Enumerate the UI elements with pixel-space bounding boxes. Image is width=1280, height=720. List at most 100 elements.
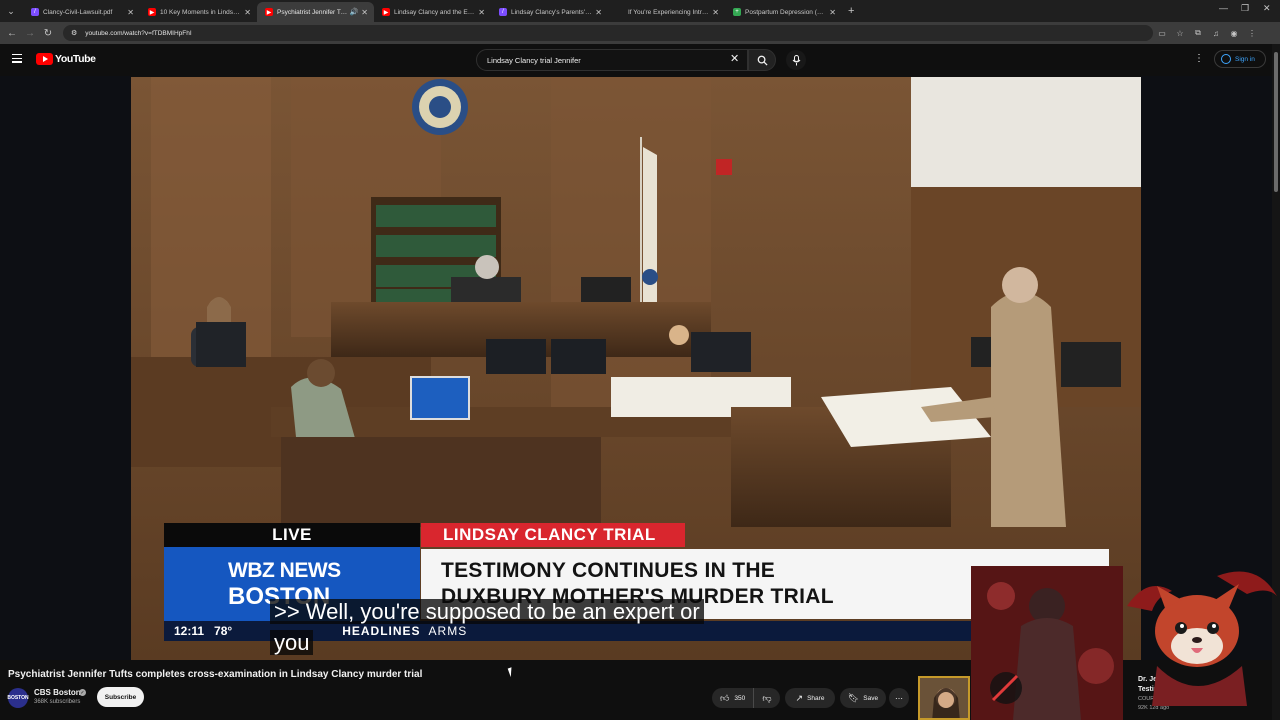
search-input-value: Lindsay Clancy trial Jennifer	[487, 55, 581, 65]
red-panda-icon	[1127, 571, 1277, 706]
hamburger-menu-icon[interactable]	[12, 54, 22, 63]
close-tab-icon[interactable]: ✕	[244, 8, 251, 17]
audio-playing-icon[interactable]: 🔊	[350, 8, 359, 16]
dislike-button[interactable]: 👎︎	[754, 693, 780, 704]
restore-icon[interactable]: ❐	[1241, 3, 1249, 14]
search-button[interactable]	[748, 49, 776, 71]
minimize-icon[interactable]: —	[1219, 3, 1228, 13]
clear-search-icon[interactable]: ✕	[730, 52, 739, 65]
browser-tab-4[interactable]: ▶ Lindsay Clancy and the Eviden ✕	[374, 2, 491, 22]
tab-title: Psychiatrist Jennifer Tufts c	[277, 8, 348, 16]
window-close-icon[interactable]: ✕	[1263, 3, 1271, 14]
browser-tab-6[interactable]: If You're Experiencing Intrusive ✕	[608, 2, 725, 22]
browser-tab-5[interactable]: / Lindsay Clancy's Parents' $1 Mi ✕	[491, 2, 608, 22]
tab-title: Postpartum Depression (PPD):	[745, 8, 827, 16]
save-label: Save	[863, 694, 879, 702]
account-icon	[1221, 54, 1231, 64]
headline-line-1: TESTIMONY CONTINUES IN THE	[441, 559, 776, 582]
browser-tab-7[interactable]: + Postpartum Depression (PPD): ✕	[725, 2, 842, 22]
close-tab-icon[interactable]: ✕	[829, 8, 836, 17]
caption-line-1: >> Well, you're supposed to be an expert…	[270, 599, 704, 624]
like-dislike-group: 👍︎ 350 👎︎	[712, 688, 780, 708]
site-favicon-icon: /	[499, 8, 507, 16]
live-badge: LIVE	[164, 523, 420, 547]
tab-strip: ⌄ / Clancy-Civil-Lawsuit.pdf ✕ ▶ 10 Key …	[0, 0, 1280, 22]
tab-title: Clancy-Civil-Lawsuit.pdf	[43, 8, 113, 16]
recommended-thumbnail-image	[920, 678, 968, 718]
chevron-down-icon: ⌄	[7, 5, 15, 16]
dark-art-image	[971, 566, 1123, 720]
bookmark-star-icon[interactable]: ☆	[1171, 29, 1189, 38]
mouse-cursor-icon	[507, 665, 519, 678]
recommended-video-thumbnail[interactable]	[918, 676, 970, 720]
verified-badge-icon: ✓	[79, 689, 86, 696]
close-tab-icon[interactable]: ✕	[127, 8, 134, 17]
more-actions-button[interactable]: ⋯	[889, 688, 909, 708]
caption-line-2: you	[270, 630, 314, 655]
share-button[interactable]: ↗ Share	[785, 688, 835, 708]
search-icon	[757, 55, 768, 66]
sign-in-button[interactable]: Sign in	[1214, 50, 1266, 68]
subscriber-count: 368K subscribers	[34, 699, 81, 705]
youtube-favicon-icon: ▶	[148, 8, 156, 16]
tab-search-button[interactable]: ⌄	[2, 2, 20, 20]
forward-icon[interactable]: →	[21, 28, 39, 39]
overlay-artwork	[971, 566, 1123, 720]
ticker-temperature: 78°	[214, 624, 233, 638]
browser-tab-1[interactable]: / Clancy-Civil-Lawsuit.pdf ✕	[23, 2, 140, 22]
tab-title: Lindsay Clancy and the Eviden	[394, 8, 476, 16]
tab-title: If You're Experiencing Intrusive	[628, 8, 710, 16]
more-horizontal-icon: ⋯	[895, 693, 903, 703]
close-tab-icon[interactable]: ✕	[595, 8, 602, 17]
share-icon: ↗	[795, 692, 804, 703]
trial-banner: LINDSAY CLANCY TRIAL	[421, 523, 685, 547]
site-favicon-icon	[616, 8, 624, 16]
thumbs-down-icon: 👎︎	[762, 692, 772, 703]
thumbs-up-icon: 👍︎	[720, 692, 730, 703]
channel-avatar[interactable]: BOSTON	[7, 688, 29, 708]
ticker-time: 12:11	[174, 624, 205, 638]
youtube-favicon-icon: ▶	[265, 8, 273, 16]
youtube-favicon-icon: ▶	[382, 8, 390, 16]
video-title: Psychiatrist Jennifer Tufts completes cr…	[8, 669, 423, 680]
logo-text: YouTube	[55, 53, 96, 65]
extensions-icon[interactable]: ⧉	[1189, 28, 1207, 38]
station-name: WBZ NEWS	[228, 559, 341, 582]
scrollbar-thumb[interactable]	[1274, 52, 1278, 192]
youtube-logo[interactable]: YouTube	[36, 53, 96, 65]
address-bar[interactable]: ⚙ youtube.com/watch?v=fTDBMIHpFhI	[63, 25, 1153, 41]
tab-title: Lindsay Clancy's Parents' $1 Mi	[511, 8, 592, 16]
bookmark-icon: 🔖︎	[847, 692, 860, 703]
sign-in-label: Sign in	[1235, 55, 1255, 63]
close-tab-icon[interactable]: ✕	[712, 8, 719, 17]
youtube-play-logo-icon	[36, 53, 53, 65]
tab-title: 10 Key Moments in Lindsay Cla	[160, 8, 241, 16]
browser-tab-2[interactable]: ▶ 10 Key Moments in Lindsay Cla ✕	[140, 2, 257, 22]
microphone-icon	[792, 54, 800, 65]
search-input[interactable]: Lindsay Clancy trial Jennifer	[476, 49, 748, 71]
browser-menu-icon[interactable]: ⋮	[1243, 29, 1261, 38]
site-favicon-icon: +	[733, 8, 741, 16]
browser-toolbar: ← → ↻ ⚙ youtube.com/watch?v=fTDBMIHpFhI …	[0, 22, 1280, 44]
reload-icon[interactable]: ↻	[39, 28, 57, 39]
like-button[interactable]: 👍︎ 350	[712, 688, 754, 708]
site-info-icon[interactable]: ⚙	[71, 29, 77, 37]
address-url: youtube.com/watch?v=fTDBMIHpFhI	[85, 29, 192, 37]
channel-name[interactable]: CBS Boston	[34, 688, 81, 697]
red-panda-mascot	[1127, 566, 1280, 706]
settings-menu-icon[interactable]: ⋮	[1194, 53, 1204, 64]
new-tab-icon[interactable]: +	[848, 5, 854, 17]
close-tab-icon[interactable]: ✕	[361, 8, 368, 17]
back-icon[interactable]: ←	[3, 28, 21, 39]
profile-icon[interactable]: ◉	[1225, 29, 1243, 38]
cast-icon[interactable]: ▭	[1153, 29, 1171, 38]
browser-tab-3-active[interactable]: ▶ Psychiatrist Jennifer Tufts c 🔊 ✕	[257, 2, 374, 22]
ambient-background-left	[0, 76, 131, 660]
closed-caption: >> Well, you're supposed to be an expert…	[270, 596, 704, 658]
voice-search-button[interactable]	[786, 50, 806, 70]
like-count: 350	[734, 694, 746, 702]
subscribe-button[interactable]: Subscribe	[97, 687, 144, 707]
save-button[interactable]: 🔖︎ Save	[840, 688, 886, 708]
media-controls-icon[interactable]: ♫	[1207, 29, 1225, 38]
close-tab-icon[interactable]: ✕	[478, 8, 485, 17]
